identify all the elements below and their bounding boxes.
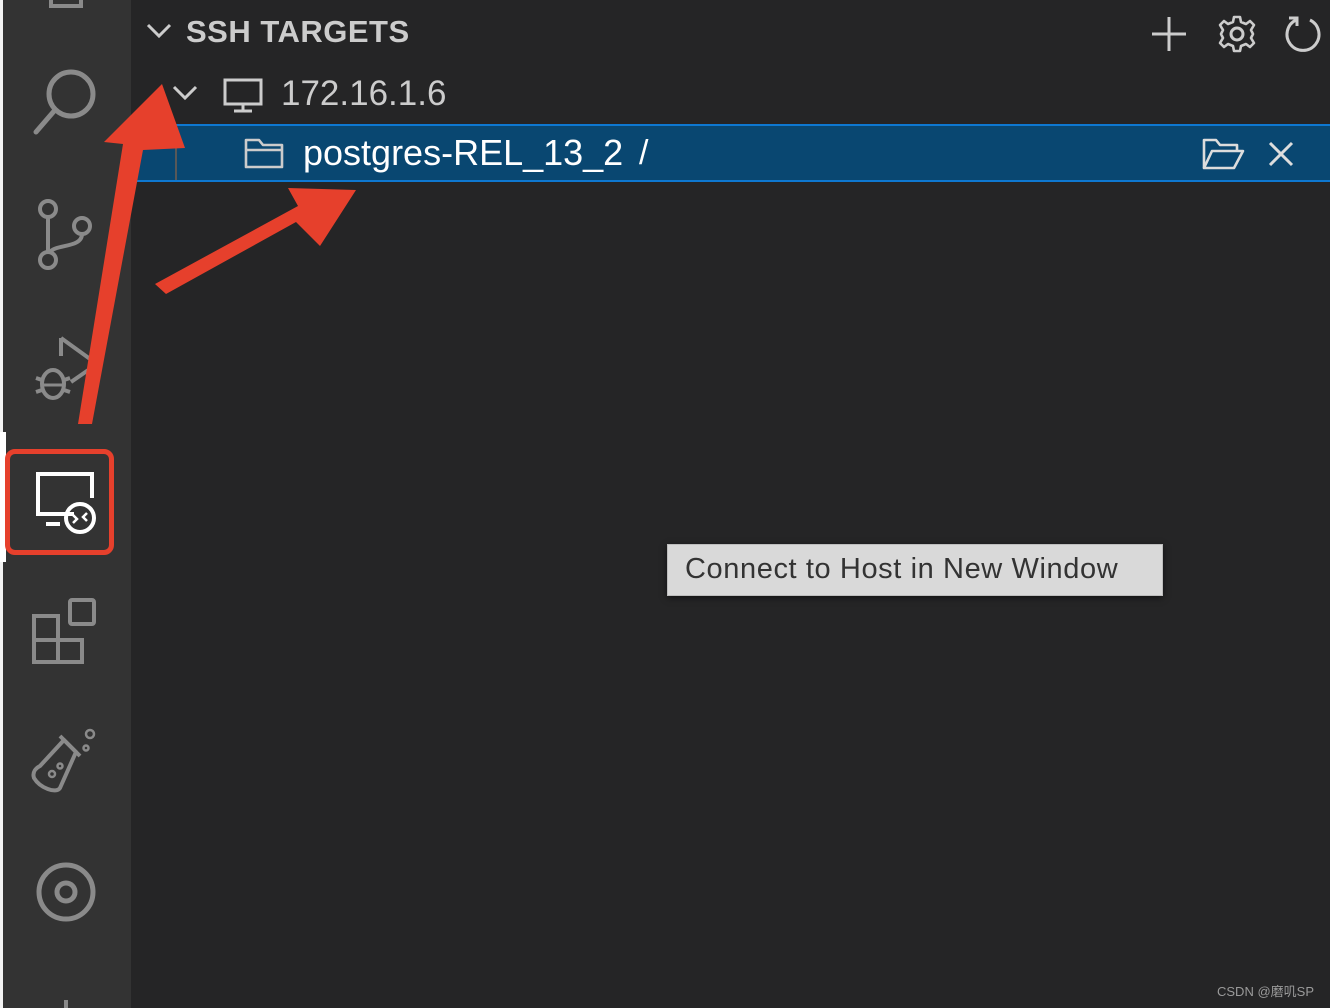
testing-flask-icon[interactable] bbox=[0, 720, 131, 800]
activity-bar bbox=[0, 0, 131, 1008]
section-title: SSH TARGETS bbox=[186, 14, 410, 49]
vscode-window: SSH TARGETS 172.16.1.6 postgres-REL_13_2… bbox=[0, 0, 1330, 1008]
open-folder-icon[interactable] bbox=[1199, 132, 1247, 176]
target-icon[interactable] bbox=[0, 854, 131, 930]
add-icon[interactable] bbox=[1147, 12, 1191, 56]
watermark: CSDN @磨叽SP bbox=[1217, 984, 1314, 999]
close-icon[interactable] bbox=[1257, 132, 1305, 176]
host-row[interactable]: 172.16.1.6 bbox=[131, 64, 1330, 124]
chevron-down-icon[interactable] bbox=[171, 82, 199, 109]
folder-icon bbox=[244, 136, 284, 175]
monitor-icon bbox=[223, 78, 263, 119]
tooltip: Connect to Host in New Window bbox=[667, 544, 1163, 596]
gear-icon[interactable] bbox=[1215, 12, 1259, 56]
chevron-down-icon[interactable] bbox=[145, 20, 173, 47]
indent-guide bbox=[175, 126, 177, 180]
folder-path: / bbox=[639, 134, 649, 172]
refresh-icon[interactable] bbox=[1281, 12, 1325, 56]
host-label: 172.16.1.6 bbox=[281, 74, 447, 113]
folder-row[interactable]: postgres-REL_13_2 / bbox=[131, 124, 1330, 182]
remote-explorer-panel: SSH TARGETS 172.16.1.6 postgres-REL_13_2… bbox=[131, 0, 1330, 1008]
folder-label: postgres-REL_13_2 bbox=[303, 132, 624, 173]
extensions-icon[interactable] bbox=[0, 592, 131, 668]
ssh-targets-header[interactable]: SSH TARGETS bbox=[131, 0, 1330, 64]
source-control-icon[interactable] bbox=[0, 196, 131, 274]
accounts-icon[interactable] bbox=[0, 996, 131, 1008]
remote-explorer-highlight bbox=[5, 449, 114, 555]
explorer-icon[interactable] bbox=[0, 0, 131, 10]
run-debug-icon[interactable] bbox=[0, 330, 131, 406]
search-icon[interactable] bbox=[0, 62, 131, 142]
